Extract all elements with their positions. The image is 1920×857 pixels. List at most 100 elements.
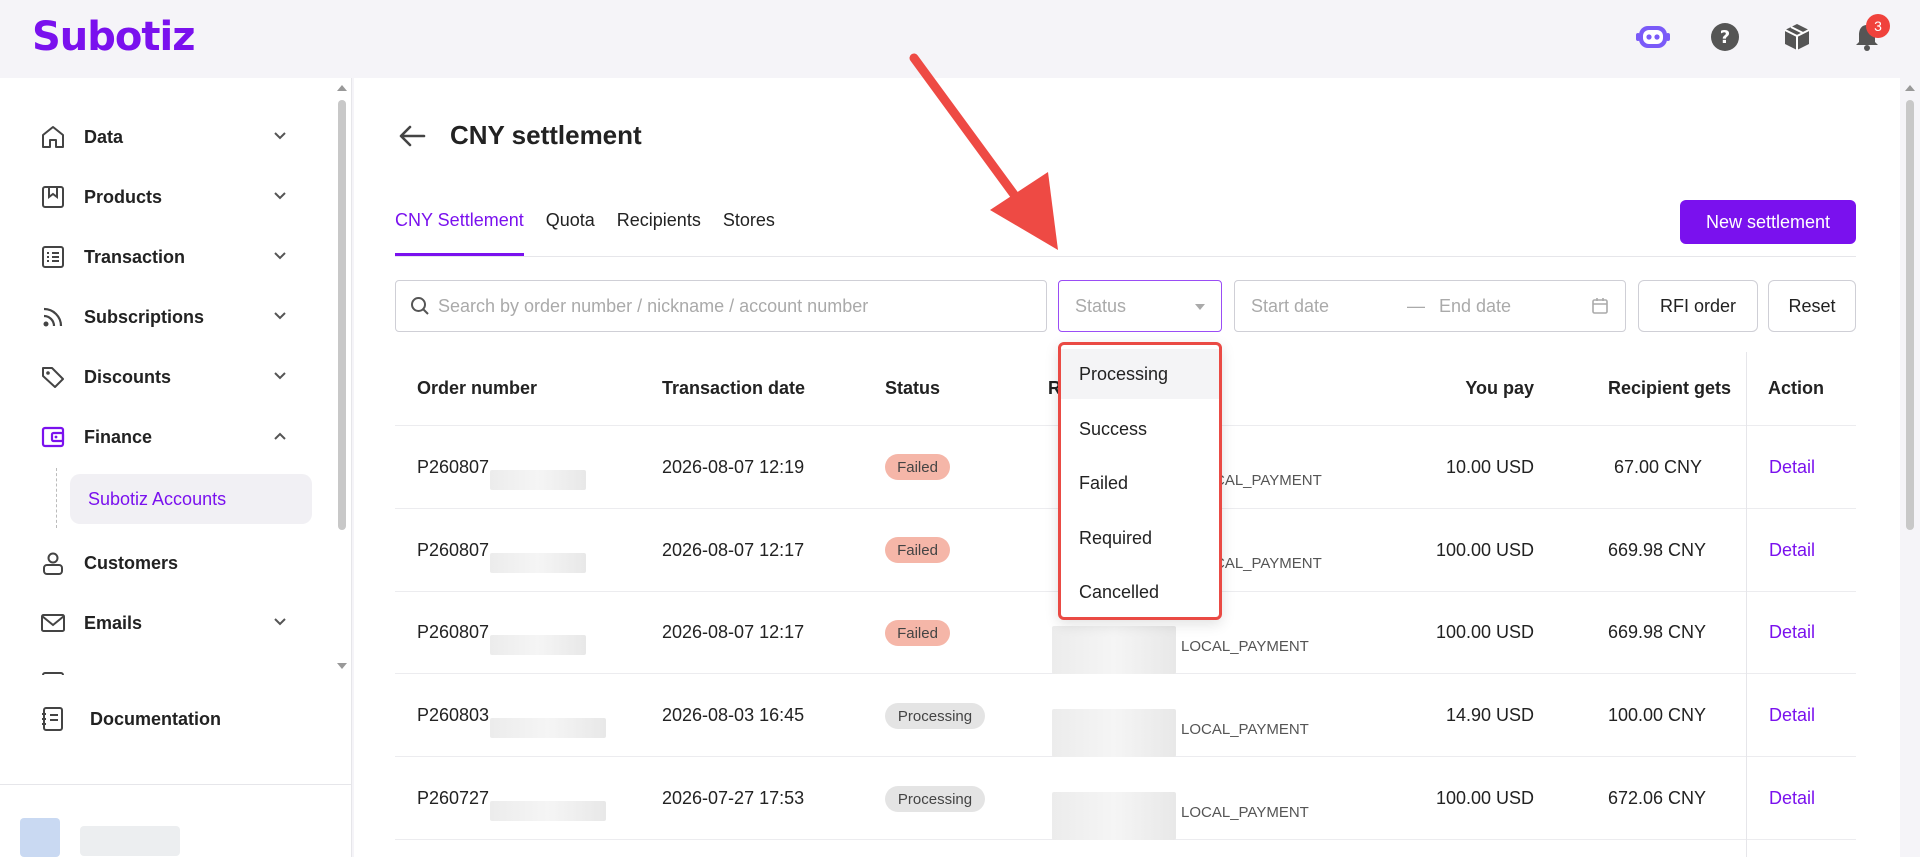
detail-link[interactable]: Detail	[1769, 788, 1815, 809]
bot-assistant-icon[interactable]	[1634, 18, 1672, 56]
payment-method-cell: LOCAL_PAYMENT	[1181, 638, 1309, 655]
payment-method-cell: CAL_PAYMENT	[1214, 472, 1322, 489]
sidebar-item-documentation[interactable]: Documentation	[38, 696, 221, 742]
column-header-order: Order number	[417, 378, 538, 398]
scroll-up-icon[interactable]	[334, 82, 350, 94]
sidebar-item-label: Discounts	[84, 366, 172, 387]
order-suffix-blurred	[490, 718, 606, 738]
status-placeholder: Status	[1075, 295, 1127, 316]
main-scrollbar[interactable]	[1900, 78, 1920, 857]
start-date-input[interactable]: Start date	[1251, 296, 1329, 317]
help-icon[interactable]: ?	[1706, 18, 1744, 56]
sidebar-item-customers[interactable]: Customers	[38, 540, 300, 586]
detail-link[interactable]: Detail	[1769, 540, 1815, 561]
chevron-down-icon	[274, 312, 286, 320]
sidebar-item-label: Transaction	[84, 246, 186, 267]
status-option-failed[interactable]: Failed	[1061, 458, 1219, 508]
logo[interactable]: Subotiz	[32, 14, 196, 60]
scroll-down-icon[interactable]	[334, 660, 350, 672]
tab-recipients[interactable]: Recipients	[617, 210, 701, 256]
recipient-gets-cell: 669.98 CNY	[1608, 540, 1707, 560]
you-pay-cell: 10.00 USD	[1445, 457, 1534, 477]
user-icon	[38, 548, 68, 578]
you-pay-cell: 100.00 USD	[1435, 788, 1534, 808]
account-name-blurred[interactable]	[80, 826, 180, 856]
main-scroll-thumb[interactable]	[1906, 100, 1914, 530]
sidebar-scroll-thumb[interactable]	[338, 100, 346, 530]
status-dropdown-menu: Processing Success Failed Required Cance…	[1058, 342, 1222, 620]
chevron-down-icon	[274, 618, 286, 626]
order-suffix-blurred	[490, 470, 586, 490]
date-separator: —	[1407, 296, 1425, 316]
payment-method-cell: LOCAL_PAYMENT	[1181, 804, 1309, 821]
sidebar-scrollbar[interactable]	[334, 78, 350, 675]
order-number-cell: P260803	[417, 705, 490, 725]
column-header-you-pay: You pay	[1465, 378, 1534, 398]
new-settlement-button[interactable]: New settlement	[1680, 200, 1856, 244]
search-box[interactable]	[395, 280, 1047, 332]
date-range-picker[interactable]: Start date — End date	[1234, 280, 1626, 332]
status-option-cancelled[interactable]: Cancelled	[1061, 567, 1219, 617]
tree-connector	[56, 468, 57, 528]
sidebar-subitem-subotiz-accounts[interactable]: Subotiz Accounts	[70, 474, 312, 524]
you-pay-cell: 100.00 USD	[1435, 622, 1534, 642]
package-icon[interactable]	[1778, 18, 1816, 56]
status-badge: Processing	[885, 786, 985, 812]
scroll-up-icon[interactable]	[1900, 82, 1920, 94]
sidebar-item-finance[interactable]: Finance	[38, 414, 300, 460]
order-suffix-blurred	[490, 635, 586, 655]
column-header-date: Transaction date	[662, 378, 806, 398]
order-number-cell: P260727	[417, 788, 490, 808]
detail-link[interactable]: Detail	[1769, 622, 1815, 643]
caret-down-icon	[1195, 304, 1205, 310]
status-option-required[interactable]: Required	[1061, 513, 1219, 563]
order-suffix-blurred	[490, 553, 586, 573]
sidebar-item-label: Finance	[84, 426, 153, 447]
avatar[interactable]	[20, 818, 60, 857]
rss-icon	[38, 302, 68, 332]
sidebar-item-data[interactable]: Data	[38, 114, 300, 160]
status-badge: Failed	[885, 620, 950, 646]
bookmark-icon	[38, 182, 68, 212]
order-number-cell: P260807	[417, 540, 490, 560]
status-option-success[interactable]: Success	[1061, 404, 1219, 454]
order-suffix-blurred	[490, 801, 606, 821]
page-title: CNY settlement	[450, 120, 642, 150]
transaction-date-cell: 2026-08-07 12:17	[662, 540, 805, 560]
sidebar-item-transaction[interactable]: Transaction	[38, 234, 300, 280]
search-input[interactable]	[438, 295, 1028, 317]
sidebar-item-discounts[interactable]: Discounts	[38, 354, 300, 400]
tab-quota[interactable]: Quota	[546, 210, 595, 256]
column-header-status: Status	[885, 378, 941, 398]
svg-text:?: ?	[1720, 27, 1730, 48]
mail-icon	[38, 608, 68, 638]
tab-stores[interactable]: Stores	[723, 210, 775, 256]
sidebar-item-emails[interactable]: Emails	[38, 600, 300, 646]
rfi-order-button[interactable]: RFI order	[1638, 280, 1758, 332]
reset-button[interactable]: Reset	[1768, 280, 1856, 332]
tab-cny-settlement[interactable]: CNY Settlement	[395, 210, 524, 256]
search-icon	[411, 297, 429, 315]
calendar-icon	[38, 666, 68, 675]
back-arrow-icon[interactable]	[394, 118, 430, 154]
you-pay-cell: 100.00 USD	[1435, 540, 1534, 560]
recipient-gets-cell: 100.00 CNY	[1608, 705, 1707, 725]
transaction-date-cell: 2026-07-27 17:53	[662, 788, 805, 808]
sidebar-item-clipped[interactable]	[38, 658, 300, 675]
status-option-processing[interactable]: Processing	[1061, 349, 1219, 399]
sidebar-item-subscriptions[interactable]: Subscriptions	[38, 294, 300, 340]
sidebar-divider	[0, 784, 352, 785]
notification-badge: 3	[1866, 14, 1890, 38]
transaction-date-cell: 2026-08-07 12:19	[662, 457, 805, 477]
bell-icon[interactable]: 3	[1848, 14, 1890, 56]
sidebar-item-products[interactable]: Products	[38, 174, 300, 220]
end-date-input[interactable]: End date	[1439, 296, 1511, 317]
sidebar-item-label: Customers	[84, 552, 179, 573]
status-select[interactable]: Status	[1058, 280, 1222, 332]
sidebar-item-label: Subscriptions	[84, 306, 205, 327]
detail-link[interactable]: Detail	[1769, 705, 1815, 726]
order-number-cell: P260807	[417, 622, 490, 642]
action-column-divider	[1746, 352, 1747, 857]
detail-link[interactable]: Detail	[1769, 457, 1815, 478]
sidebar-item-label: Emails	[84, 612, 143, 633]
